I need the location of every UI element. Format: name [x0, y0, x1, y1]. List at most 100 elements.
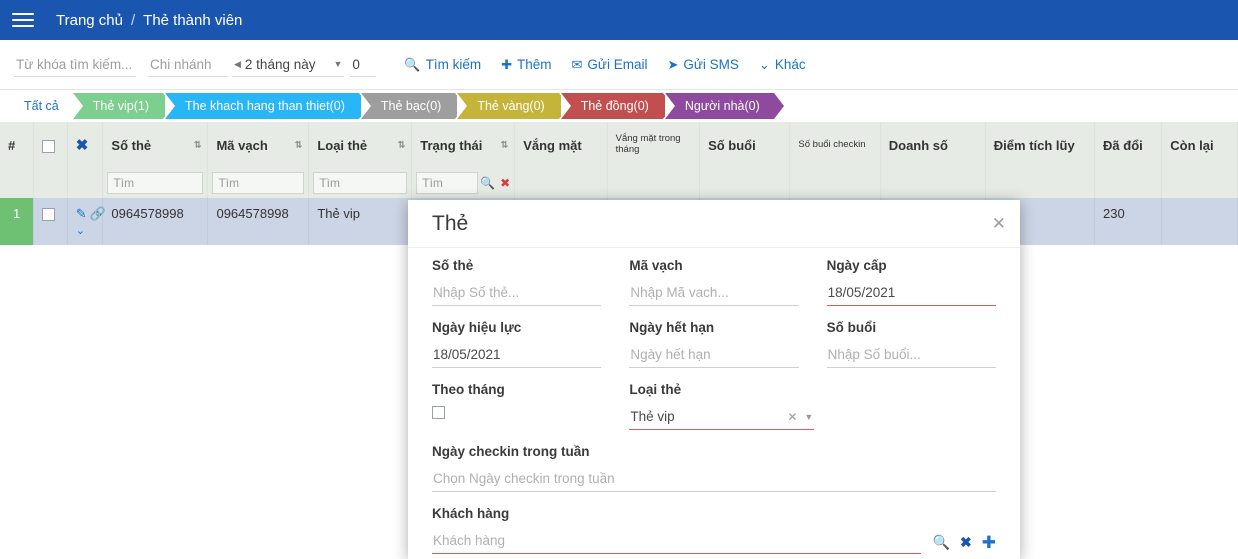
filter-con-lai: [1161, 168, 1238, 198]
col-trang-thai[interactable]: Trạng thái ⇅: [411, 122, 516, 168]
select-all-checkbox[interactable]: [42, 139, 56, 153]
paper-plane-icon: ➤: [667, 57, 679, 72]
tab-the-bac[interactable]: Thẻ bạc(0): [360, 93, 466, 119]
col-da-doi-label: Đã đổi: [1103, 137, 1143, 153]
branch-input[interactable]: [148, 52, 228, 77]
ma-vach-input[interactable]: [629, 282, 799, 306]
clear-customer-icon[interactable]: ✖: [960, 534, 972, 551]
filter-so-the[interactable]: [102, 168, 209, 198]
col-so-buoi-checkin: Số buổi checkin: [789, 122, 881, 168]
filter-loai-the[interactable]: [308, 168, 413, 198]
filter-vang-mat: [514, 168, 608, 198]
add-customer-icon[interactable]: ✚: [982, 534, 996, 551]
so-buoi-input[interactable]: [826, 344, 996, 368]
search-input[interactable]: [14, 52, 136, 77]
field-ngay-hieu-luc-label: Ngày hiệu lực: [432, 320, 522, 335]
field-loai-the-label: Loại thẻ: [629, 382, 682, 397]
row-select[interactable]: [33, 198, 68, 245]
col-so-the[interactable]: Số thẻ ⇅: [102, 122, 209, 168]
send-email-button[interactable]: ✉ Gửi Email: [562, 53, 658, 76]
tab-nguoi-nha-label: Người nhà(0): [684, 99, 760, 113]
close-icon[interactable]: ✕: [992, 215, 1006, 232]
field-khach-hang: Khách hàng 🔍 ✖ ✚: [432, 506, 996, 554]
filter-trang-thai-input[interactable]: [416, 172, 479, 194]
row-so-the[interactable]: 0964578998: [102, 198, 209, 245]
filter-search-icon[interactable]: 🔍: [480, 176, 495, 190]
filter-select: [33, 168, 68, 198]
theo-thang-checkbox[interactable]: [432, 406, 445, 419]
tab-the-vang[interactable]: Thẻ vàng(0): [457, 93, 570, 119]
more-button[interactable]: ⌄ Khác: [749, 53, 816, 76]
breadcrumb: Trang chủ / Thẻ thành viên: [56, 12, 242, 29]
tab-the-vang-label: Thẻ vàng(0): [477, 99, 545, 113]
so-the-input[interactable]: [432, 282, 602, 306]
filter-so-buoi-checkin: [789, 168, 881, 198]
table-filter-row: 🔍 ✖: [0, 168, 1238, 198]
field-khach-hang-label: Khách hàng: [432, 506, 510, 521]
ngay-hieu-luc-input[interactable]: [432, 344, 602, 368]
col-loai-the[interactable]: Loại thẻ ⇅: [308, 122, 413, 168]
breadcrumb-home[interactable]: Trang chủ: [56, 12, 123, 29]
caret-left-icon: ◀: [234, 58, 241, 69]
period-select[interactable]: ◀ 2 tháng này ▼: [232, 53, 345, 77]
search-customer-icon[interactable]: 🔍: [933, 534, 950, 551]
edit-icon[interactable]: ✎: [76, 206, 87, 221]
col-select-all[interactable]: [33, 122, 68, 168]
tab-all[interactable]: Tất cả: [10, 99, 73, 113]
tab-the-vip[interactable]: Thẻ vip(1): [72, 93, 174, 119]
ngay-het-han-input[interactable]: [629, 344, 799, 368]
field-ngay-cap-label: Ngày cấp: [826, 258, 887, 273]
col-so-the-label: Số thẻ: [111, 137, 152, 153]
col-vang-mat[interactable]: Vắng mặt: [514, 122, 608, 168]
field-theo-thang-label: Theo tháng: [432, 382, 505, 397]
card-dialog: Thẻ ✕ Số thẻ Mã vạch Ngày cấp Ngày hiệu: [408, 200, 1020, 559]
chevron-down-icon[interactable]: ▼: [804, 412, 813, 422]
loai-the-select[interactable]: Thẻ vip ✕ ▼: [629, 406, 815, 430]
col-clear[interactable]: ✖: [67, 122, 104, 168]
tab-the-khach-hang-than-thiet[interactable]: The khach hang than thiet(0): [165, 93, 369, 119]
row-ma-vach[interactable]: 0964578998: [207, 198, 310, 245]
number-input[interactable]: [350, 52, 377, 77]
sort-icon[interactable]: ⇅: [295, 140, 303, 150]
filter-clear-icon[interactable]: ✖: [500, 176, 510, 190]
add-button[interactable]: ✚ Thêm: [491, 53, 561, 76]
filter-trang-thai[interactable]: 🔍 ✖: [411, 168, 516, 198]
khach-hang-input[interactable]: [432, 530, 921, 554]
col-con-lai-label: Còn lại: [1170, 137, 1214, 153]
ngay-cap-input[interactable]: [826, 282, 996, 306]
link-icon[interactable]: 🔗: [90, 206, 106, 221]
app-root: Trang chủ / Thẻ thành viên ◀ 2 tháng này…: [0, 0, 1238, 559]
filter-so-the-input[interactable]: [107, 172, 204, 194]
tab-the-bac-label: Thẻ bạc(0): [380, 99, 442, 113]
field-ma-vach: Mã vạch: [629, 258, 799, 306]
search-button[interactable]: 🔍 Tìm kiếm: [394, 53, 491, 76]
clear-selection-icon[interactable]: ✕: [787, 410, 797, 424]
ngay-checkin-input[interactable]: [432, 468, 996, 492]
filter-vang-mat-thang: [607, 168, 701, 198]
more-label: Khác: [774, 57, 806, 72]
field-ma-vach-label: Mã vạch: [629, 258, 683, 273]
hamburger-icon[interactable]: [12, 9, 34, 31]
field-ngay-checkin: Ngày checkin trong tuần: [432, 444, 996, 492]
sort-icon[interactable]: ⇅: [194, 140, 202, 150]
sort-icon[interactable]: ⇅: [398, 140, 406, 150]
expand-icon[interactable]: ⌄: [76, 224, 95, 237]
tab-the-dong[interactable]: Thẻ đồng(0): [560, 93, 673, 119]
tab-nguoi-nha[interactable]: Người nhà(0): [664, 93, 784, 119]
top-bar: Trang chủ / Thẻ thành viên: [0, 0, 1238, 40]
row-actions[interactable]: ✎ 🔗 ⌄: [67, 198, 106, 245]
row-checkbox[interactable]: [42, 208, 56, 222]
filter-loai-the-input[interactable]: [313, 172, 408, 194]
send-sms-button[interactable]: ➤ Gửi SMS: [657, 53, 748, 76]
search-icon: 🔍: [404, 57, 421, 72]
sort-icon[interactable]: ⇅: [501, 140, 509, 150]
col-so-buoi-checkin-label: Số buổi checkin: [798, 138, 866, 150]
filter-ma-vach[interactable]: [207, 168, 310, 198]
double-chevron-down-icon: ⌄: [758, 57, 770, 72]
clear-icon[interactable]: ✖: [76, 137, 89, 154]
col-ma-vach[interactable]: Mã vạch ⇅: [207, 122, 310, 168]
filter-ma-vach-input[interactable]: [212, 172, 305, 194]
envelope-icon: ✉: [571, 57, 583, 72]
card-type-tabs: Tất cả Thẻ vip(1) The khach hang than th…: [0, 90, 1238, 122]
col-vang-mat-trong-thang: Vắng mặt trong tháng: [607, 122, 701, 168]
